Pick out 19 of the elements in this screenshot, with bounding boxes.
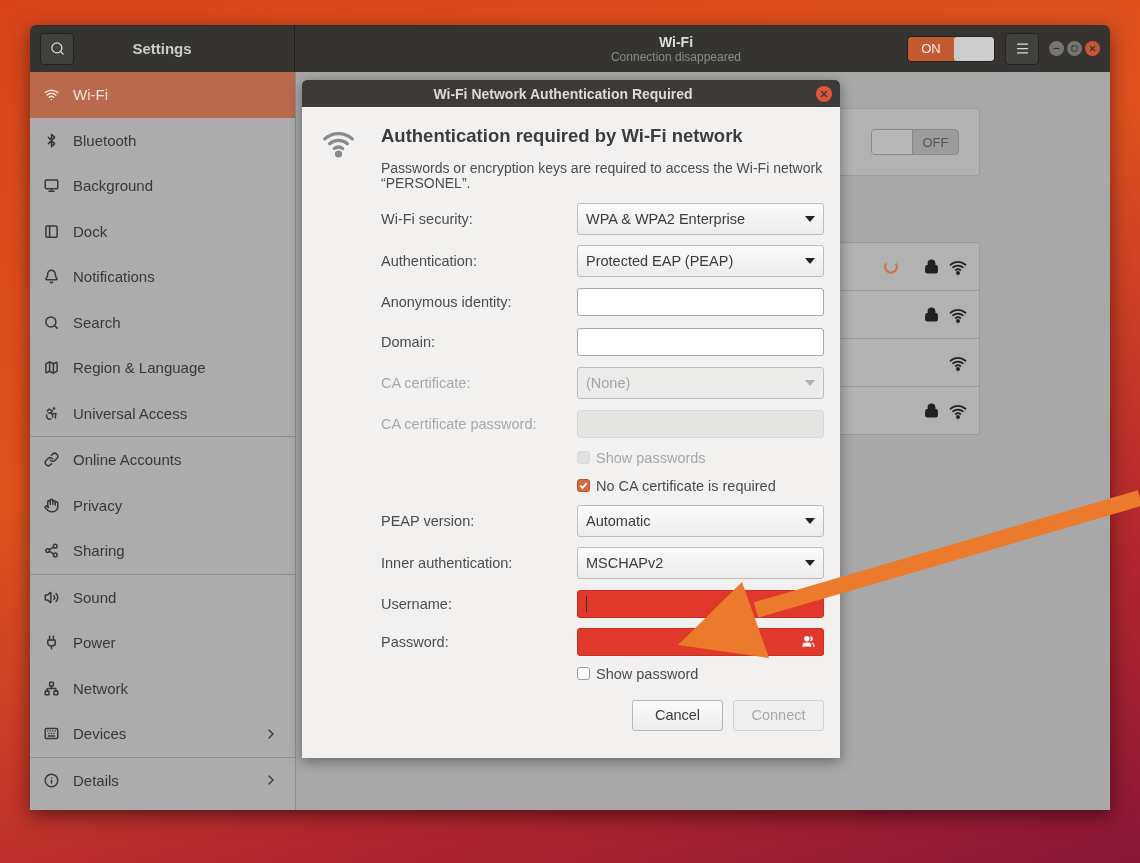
checkbox-label: Show passwords (596, 449, 706, 466)
field-label: Wi-Fi security: (381, 210, 474, 227)
field-label: Anonymous identity: (381, 293, 513, 310)
field-label: Password: (381, 633, 450, 650)
window-subtitle: Connection disappeared (610, 49, 742, 64)
field-label: Authentication: (381, 252, 478, 269)
window-title: Wi-Fi (658, 33, 694, 50)
checkbox-label: Show password (596, 665, 699, 682)
field-label: CA certificate password: (381, 415, 538, 432)
field-label: Domain: (381, 333, 436, 350)
dialog-message: Passwords or encryption keys are required to access the Wi-Fi network “PERSONEL”. (381, 161, 824, 192)
field-label: PEAP version: (381, 512, 476, 529)
dialog-title: Wi-Fi Network Authentication Required (432, 85, 694, 102)
field-label: CA certificate: (381, 374, 472, 391)
field-label: Inner authentication: (381, 554, 514, 571)
checkbox-label: No CA certificate is required (596, 477, 776, 494)
field-label: Username: (381, 595, 453, 612)
dialog-heading: Authentication required by Wi-Fi network (381, 125, 744, 147)
app-title: Settings (131, 40, 193, 57)
